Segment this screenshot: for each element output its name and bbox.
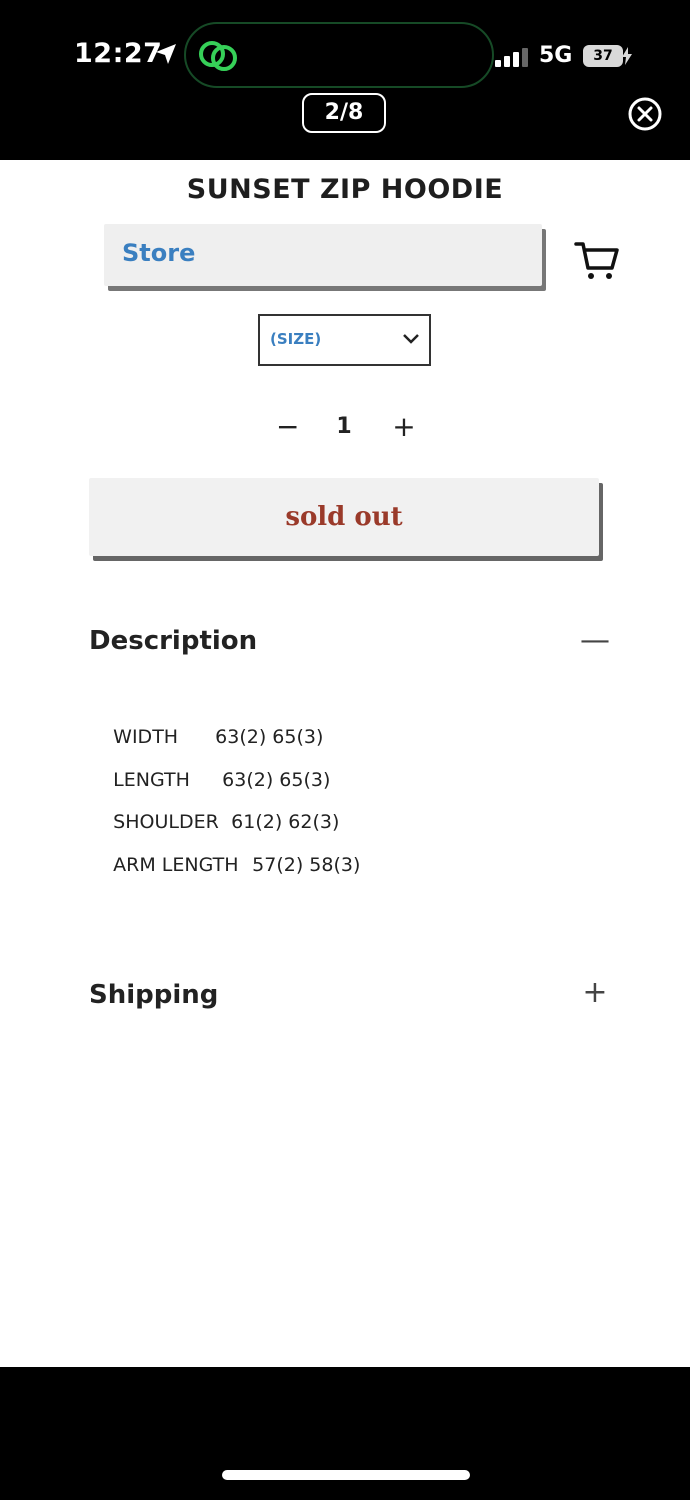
chevron-down-icon: [403, 334, 419, 344]
location-arrow-icon: [156, 44, 176, 64]
status-time: 12:27: [74, 38, 163, 69]
status-bar: 12:27 5G 37 2/8: [0, 0, 690, 160]
home-indicator[interactable]: [222, 1470, 470, 1480]
description-row-label: WIDTH: [113, 726, 179, 748]
description-row-value: 63(2) 65(3): [215, 726, 324, 748]
product-page: SUNSET ZIP HOODIE Store (SIZE) − 1 + sol…: [0, 160, 690, 1367]
description-row-label: ARM LENGTH: [113, 854, 239, 876]
sold-out-button[interactable]: sold out: [89, 478, 599, 556]
description-row-label: SHOULDER: [113, 811, 219, 833]
close-icon[interactable]: [627, 96, 663, 132]
quantity-increase-button[interactable]: +: [392, 412, 416, 442]
quantity-value[interactable]: 1: [330, 412, 358, 442]
battery-icon: 37: [583, 45, 623, 67]
description-row-value: 57(2) 58(3): [252, 854, 361, 876]
size-select[interactable]: (SIZE): [258, 314, 431, 366]
cart-icon[interactable]: [574, 240, 620, 282]
description-row-label: LENGTH: [113, 769, 190, 791]
cellular-signal-icon: [495, 47, 529, 67]
store-button[interactable]: Store: [104, 224, 542, 286]
description-collapse-toggle[interactable]: —: [580, 626, 610, 656]
size-select-value: (SIZE): [270, 330, 322, 348]
product-title: SUNSET ZIP HOODIE: [186, 174, 504, 205]
description-row: ARM LENGTH 57(2) 58(3): [89, 832, 360, 898]
store-label: Store: [122, 239, 196, 267]
charging-bolt-icon: [622, 47, 632, 65]
shipping-heading[interactable]: Shipping: [89, 980, 218, 1010]
image-counter: 2/8: [302, 93, 386, 133]
dynamic-island[interactable]: [184, 22, 494, 88]
link-chain-icon: [199, 41, 237, 71]
quantity-decrease-button[interactable]: −: [276, 412, 299, 442]
shipping-expand-toggle[interactable]: +: [580, 978, 610, 1008]
description-row-value: 61(2) 62(3): [231, 811, 340, 833]
description-heading[interactable]: Description: [89, 626, 257, 656]
network-type: 5G: [539, 43, 573, 68]
description-row-value: 63(2) 65(3): [222, 769, 331, 791]
